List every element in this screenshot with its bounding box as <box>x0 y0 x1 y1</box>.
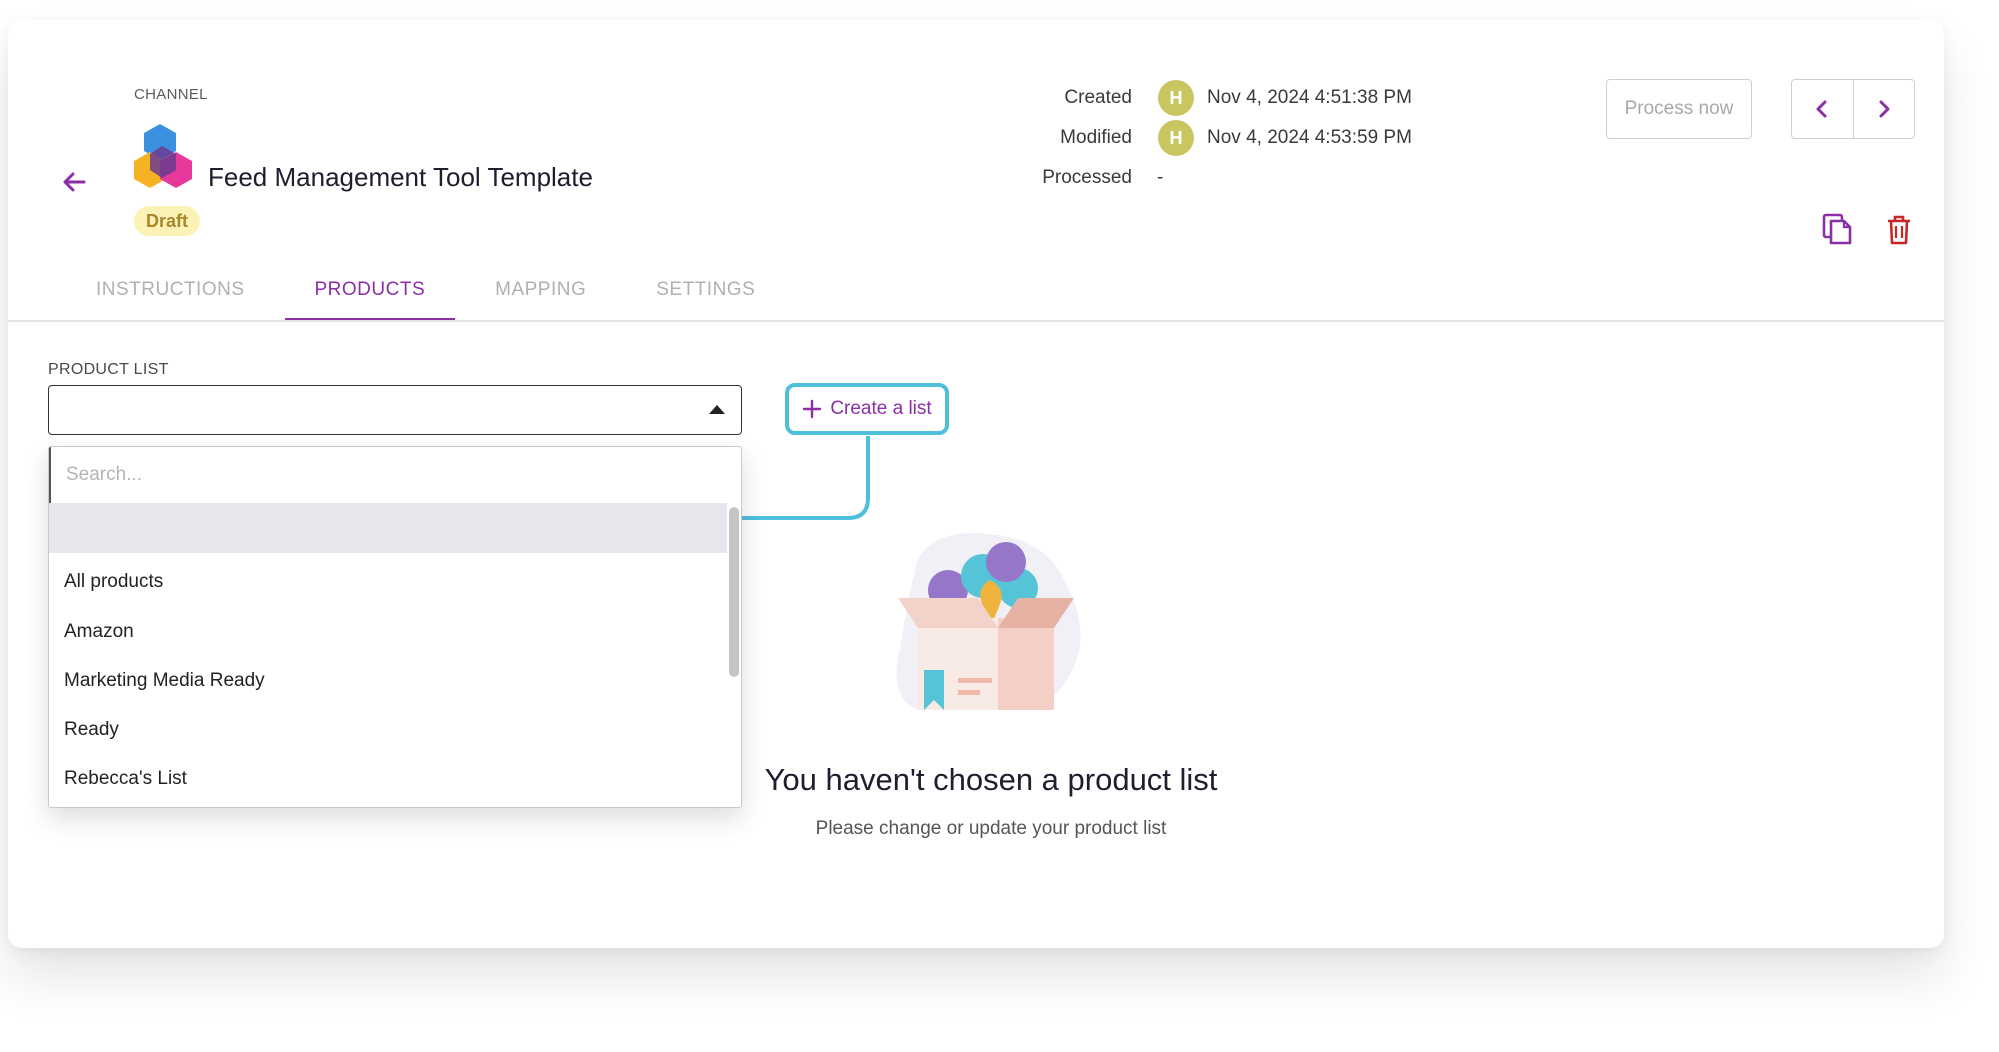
copy-icon <box>1822 213 1852 245</box>
dropdown-scrollbar[interactable] <box>729 507 739 677</box>
dropdown-option[interactable]: Rebecca's List <box>64 768 187 790</box>
channel-card: CHANNEL Feed Management Tool Template Dr… <box>8 20 1944 948</box>
product-list-dropdown: All products Amazon Marketing Media Read… <box>48 446 742 808</box>
dropdown-search-input[interactable] <box>49 447 741 503</box>
previous-button[interactable] <box>1792 80 1853 138</box>
modified-label: Modified <box>1060 127 1132 148</box>
chevron-left-icon <box>1816 100 1827 118</box>
channel-logo-icon <box>134 124 192 188</box>
delete-button[interactable] <box>1884 214 1914 246</box>
empty-state-subtitle: Please change or update your product lis… <box>815 818 1167 839</box>
next-button[interactable] <box>1852 80 1915 138</box>
tab-bar: INSTRUCTIONS PRODUCTS MAPPING SETTINGS <box>66 268 795 321</box>
back-arrow-icon <box>63 172 86 192</box>
empty-box-illustration-icon <box>896 533 1081 711</box>
channel-label: CHANNEL <box>134 86 208 103</box>
modified-value: Nov 4, 2024 4:53:59 PM <box>1207 127 1412 148</box>
created-label: Created <box>1064 87 1132 108</box>
tab-products[interactable]: PRODUCTS <box>284 268 456 321</box>
avatar: H <box>1158 80 1194 116</box>
status-badge: Draft <box>134 206 201 236</box>
tab-settings[interactable]: SETTINGS <box>626 268 785 318</box>
page-title: Feed Management Tool Template <box>208 162 593 192</box>
process-now-button[interactable]: Process now <box>1606 79 1752 139</box>
product-list-label: PRODUCT LIST <box>48 361 169 378</box>
empty-state-title: You haven't chosen a product list <box>764 762 1218 797</box>
dropdown-option[interactable]: Amazon <box>64 621 134 643</box>
dropdown-option[interactable]: All products <box>64 571 163 593</box>
product-list-select[interactable] <box>48 385 742 435</box>
avatar: H <box>1158 120 1194 156</box>
create-list-label: Create a list <box>830 398 932 419</box>
tab-divider <box>8 320 1944 322</box>
dropdown-option[interactable]: Ready <box>64 719 119 741</box>
tab-instructions[interactable]: INSTRUCTIONS <box>66 268 275 318</box>
back-button[interactable] <box>58 166 90 198</box>
created-value: Nov 4, 2024 4:51:38 PM <box>1207 87 1412 108</box>
record-navigation <box>1791 79 1915 139</box>
tab-mapping[interactable]: MAPPING <box>465 268 616 318</box>
duplicate-button[interactable] <box>1820 212 1854 246</box>
plus-icon <box>803 399 822 419</box>
create-list-button[interactable]: Create a list <box>785 383 949 435</box>
caret-up-icon <box>709 405 725 414</box>
processed-label: Processed <box>1042 167 1132 188</box>
chevron-right-icon <box>1879 100 1890 118</box>
dropdown-option[interactable]: Marketing Media Ready <box>64 670 265 692</box>
dropdown-empty-option[interactable] <box>49 503 727 553</box>
trash-icon <box>1888 215 1910 245</box>
processed-value: - <box>1157 167 1164 188</box>
